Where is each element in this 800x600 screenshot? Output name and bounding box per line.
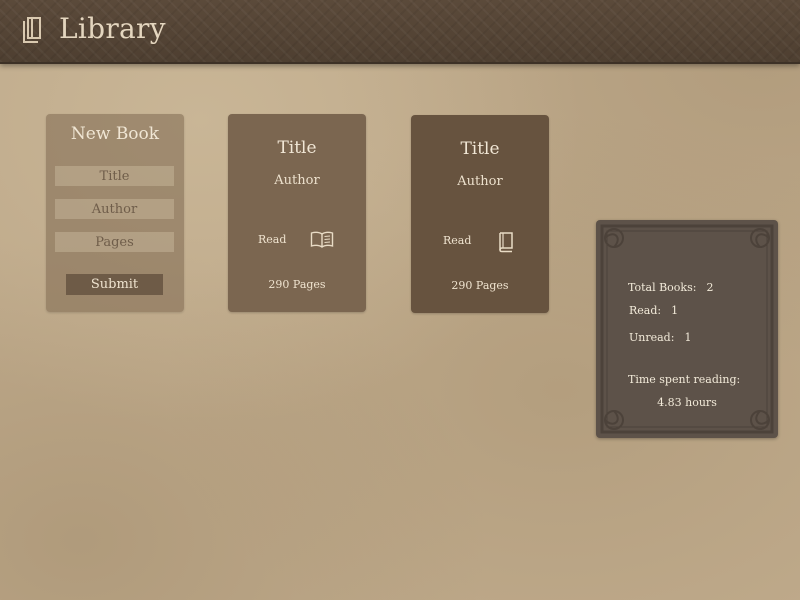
closed-book-icon[interactable] xyxy=(497,231,515,253)
total-books-stat: Total Books: 2 xyxy=(628,281,713,294)
read-toggle-label[interactable]: Read xyxy=(258,233,286,246)
total-books-value: 2 xyxy=(706,281,714,294)
app-header: Library xyxy=(0,0,800,64)
book-author: Author xyxy=(274,173,320,188)
time-reading-value: 4.83 hours xyxy=(657,396,717,409)
title-input[interactable] xyxy=(55,166,174,186)
submit-button[interactable]: Submit xyxy=(66,274,163,295)
open-book-icon[interactable] xyxy=(310,231,334,249)
total-books-label: Total Books: xyxy=(628,281,697,294)
author-input[interactable] xyxy=(55,199,174,219)
read-books-stat: Read: 1 xyxy=(629,304,678,317)
books-icon xyxy=(23,17,41,43)
unread-books-value: 1 xyxy=(684,331,692,344)
read-books-value: 1 xyxy=(671,304,679,317)
book-title: Title xyxy=(460,139,500,159)
book-card: Title Author Read 290 Pages xyxy=(411,115,549,313)
book-title: Title xyxy=(277,138,317,158)
book-card: Title Author Read 290 Pages xyxy=(228,114,366,312)
page-title: Library xyxy=(59,12,166,45)
stats-panel: Total Books: 2 Read: 1 Unread: 1 Time spent… xyxy=(596,220,778,438)
unread-books-label: Unread: xyxy=(629,331,675,344)
read-toggle-label[interactable]: Read xyxy=(443,234,471,247)
read-books-label: Read: xyxy=(629,304,662,317)
book-pages: 290 Pages xyxy=(451,279,509,292)
unread-books-stat: Unread: 1 xyxy=(629,331,691,344)
book-author: Author xyxy=(457,174,503,189)
book-pages: 290 Pages xyxy=(268,278,326,291)
time-reading-label: Time spent reading: xyxy=(628,373,741,386)
pages-input[interactable] xyxy=(55,232,174,252)
form-title: New Book xyxy=(70,124,160,144)
new-book-form: New Book Submit xyxy=(46,114,184,312)
